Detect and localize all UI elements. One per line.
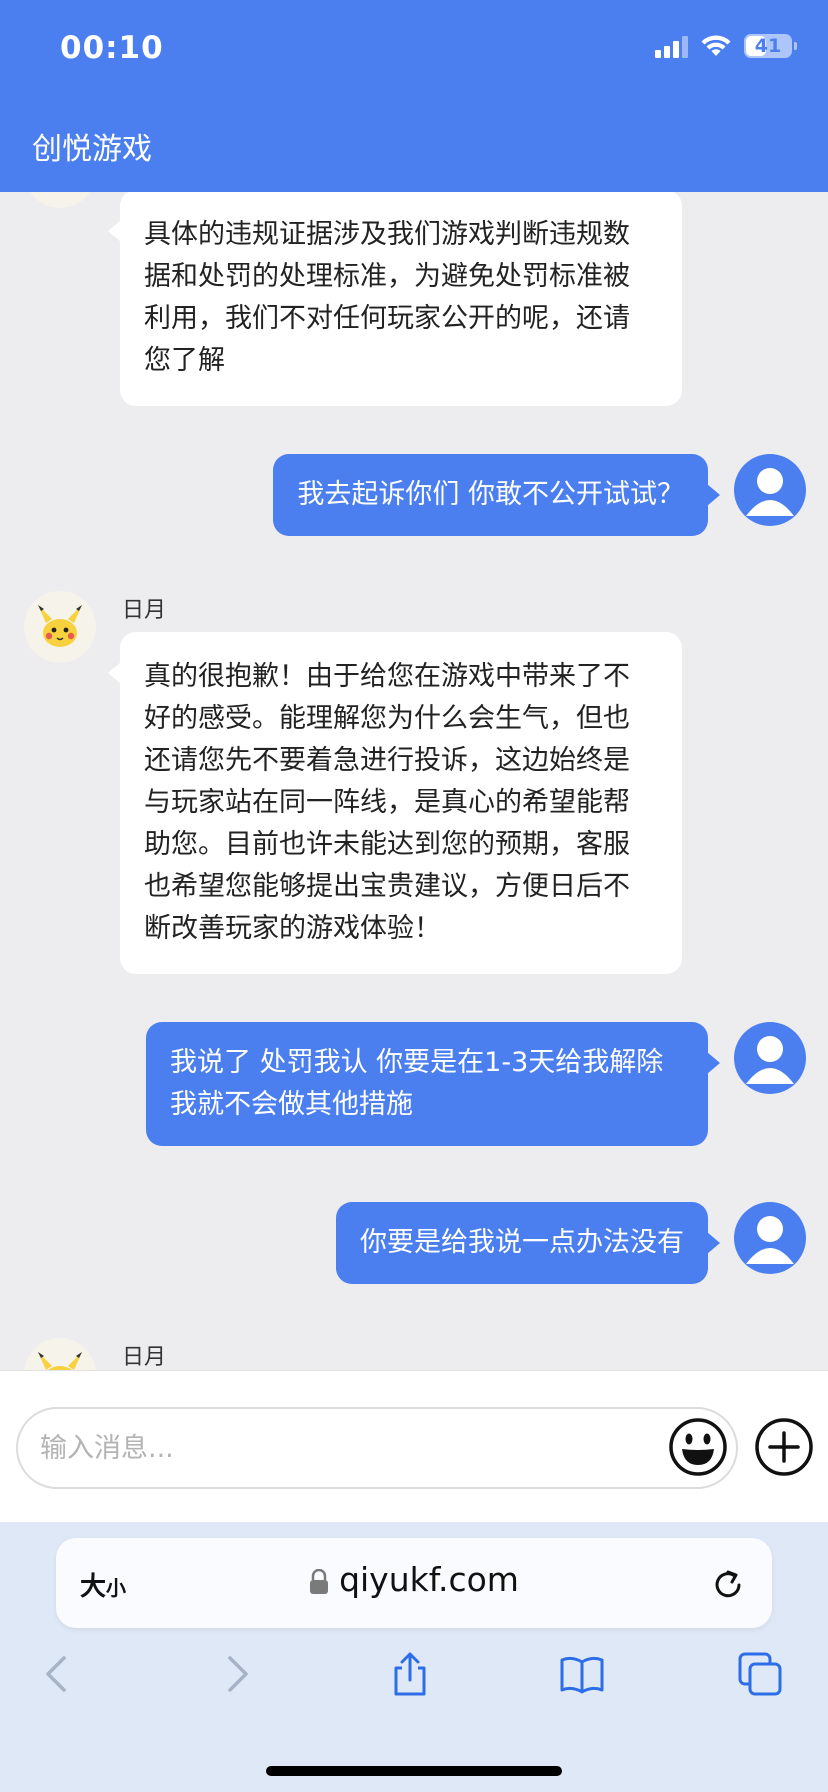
pikachu-avatar-icon (30, 192, 90, 202)
user-avatar-icon (746, 1216, 794, 1264)
chat-thread[interactable]: 具体的违规证据涉及我们游戏判断违规数据和处罚的处理标准，为避免处罚标准被利用，我… (0, 192, 828, 1370)
home-indicator (266, 1766, 562, 1776)
user-avatar-icon (746, 1036, 794, 1084)
battery-icon: 41 (744, 34, 797, 58)
message-input[interactable] (16, 1407, 738, 1489)
agent-message-bubble: 真的很抱歉！由于给您在游戏中带来了不好的感受。能理解您为什么会生气，但也还请您先… (108, 632, 682, 974)
bookmarks-icon[interactable] (558, 1650, 606, 1698)
message-text: 真的很抱歉！由于给您在游戏中带来了不好的感受。能理解您为什么会生气，但也还请您先… (144, 661, 630, 944)
battery-level: 41 (754, 35, 782, 57)
user-avatar (734, 1202, 806, 1274)
message-text: 具体的违规证据涉及我们游戏判断违规数据和处罚的处理标准，为避免处罚标准被利用，我… (144, 219, 630, 376)
agent-name: 日月 (122, 1345, 167, 1370)
pikachu-avatar-icon (38, 605, 82, 647)
agent-name: 日月 (122, 598, 167, 623)
message-text: 我去起诉你们 你敢不公开试试？ (297, 479, 684, 510)
cellular-signal-icon (655, 34, 688, 58)
message-text: 我说了 处罚我认 你要是在1-3天给我解除我就不会做其他措施 (170, 1047, 664, 1120)
back-icon[interactable] (34, 1650, 82, 1698)
agent-avatar (24, 1338, 96, 1370)
user-message-bubble: 我去起诉你们 你敢不公开试试？ (273, 454, 720, 536)
status-time: 00:10 (60, 30, 164, 66)
user-message-bubble: 我说了 处罚我认 你要是在1-3天给我解除我就不会做其他措施 (146, 1022, 720, 1146)
reload-icon[interactable] (708, 1564, 748, 1604)
agent-message-bubble: 具体的违规证据涉及我们游戏判断违规数据和处罚的处理标准，为避免处罚标准被利用，我… (108, 192, 682, 406)
lock-icon (310, 1568, 329, 1594)
user-avatar-icon (746, 468, 794, 516)
app-header: 00:10 41 创悦游戏 (0, 0, 828, 192)
user-avatar (734, 1022, 806, 1094)
agent-avatar (24, 192, 96, 208)
message-composer (0, 1370, 828, 1524)
user-avatar (734, 454, 806, 526)
wifi-icon (701, 35, 731, 56)
browser-toolbar: 大小 qiyukf.com (0, 1522, 828, 1792)
pikachu-avatar-icon (38, 1352, 82, 1370)
url-display[interactable]: qiyukf.com (56, 1560, 772, 1599)
page-title: 创悦游戏 (32, 132, 152, 167)
status-icons: 41 (655, 34, 797, 58)
address-bar[interactable]: 大小 qiyukf.com (56, 1538, 772, 1628)
share-icon[interactable] (386, 1650, 434, 1698)
user-message-bubble: 你要是给我说一点办法没有 (336, 1202, 720, 1284)
url-text: qiyukf.com (339, 1560, 519, 1599)
message-text: 你要是给我说一点办法没有 (360, 1227, 684, 1258)
emoji-icon[interactable] (668, 1417, 728, 1477)
tabs-icon[interactable] (736, 1650, 784, 1698)
add-attachment-icon[interactable] (754, 1417, 814, 1477)
forward-icon[interactable] (212, 1650, 260, 1698)
agent-avatar (24, 591, 96, 663)
